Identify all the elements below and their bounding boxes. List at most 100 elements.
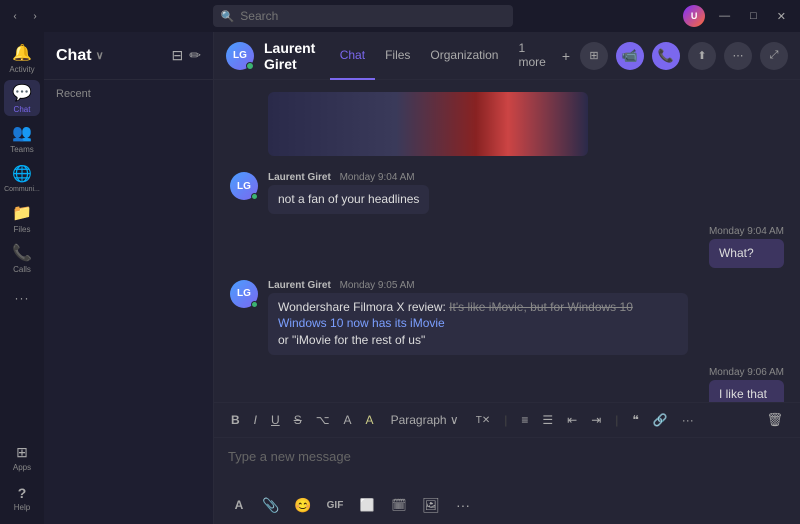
underline-btn[interactable]: U [266,410,285,430]
add-tab-btn[interactable]: + [562,48,570,64]
message-time: Monday 9:05 AM [340,280,415,291]
nav-label-help: Help [14,503,30,512]
font-color-btn[interactable]: A [339,410,357,430]
tab-more[interactable]: 1 more [508,32,555,80]
back-btn[interactable]: ‹ [8,9,22,23]
video-call-btn[interactable]: 📹 [616,42,644,70]
highlight-btn[interactable]: A [361,410,379,430]
outdent-btn[interactable]: ⇤ [562,410,582,430]
image-btn[interactable]: 🖼 [418,492,444,518]
left-nav: 🔔 Activity 💬 Chat 👥 Teams 🌐 Communi... 📁… [0,32,44,524]
title-bar-right: U — □ ✕ [683,5,792,27]
outgoing-message-content: Monday 9:04 AM What? [709,226,784,268]
search-icon: 🔍 [221,10,235,23]
search-bar[interactable]: 🔍 [213,5,513,27]
paragraph-btn[interactable]: Paragraph ∨ [383,410,467,430]
indent-btn[interactable]: ⇥ [586,410,606,430]
message-row: Monday 9:04 AM What? [230,226,784,268]
sidebar-item-files[interactable]: 📁 Files [4,200,40,236]
sender-avatar: LG [230,280,258,308]
status-dot [251,301,258,308]
chat-area: LG Laurent Giret Chat Files Organization… [214,32,800,524]
screen-share-btn[interactable]: ⬆ [688,42,716,70]
chat-icon: 💬 [12,83,32,103]
list-ol-btn[interactable]: ≡ [516,410,533,430]
list-ul-btn[interactable]: ☰ [537,410,558,430]
tab-files[interactable]: Files [375,32,420,80]
toolbar-sep2: | [610,410,623,430]
sidebar-actions: ⊟ ✏ [172,47,201,64]
more-bottom-btn[interactable]: ··· [450,492,476,518]
more-format-btn[interactable]: ··· [677,410,699,430]
group-call-btn[interactable]: ⊞ [580,42,608,70]
gif-btn[interactable]: GIF [322,492,348,518]
sidebar-recent-label: Recent [44,80,213,104]
schedule-btn[interactable]: 🗓 [386,492,412,518]
tab-chat[interactable]: Chat [330,32,375,80]
communities-icon: 🌐 [12,164,32,184]
chevron-down-icon[interactable]: ∨ [96,49,104,62]
more-options-btn[interactable]: ⋯ [724,42,752,70]
online-status-dot [246,62,254,70]
message-link[interactable]: Windows 10 now has its iMovie [278,316,445,330]
delete-btn[interactable]: 🗑 [761,409,788,431]
strikethrough-text: It's like iMovie, but for Windows 10 [449,300,633,314]
compose-bottom: A 📎 😊 GIF ⬜ 🗓 🖼 ··· [214,488,800,524]
contact-name: Laurent Giret [264,40,320,72]
maximize-btn[interactable]: □ [744,8,763,24]
user-avatar[interactable]: U [683,5,705,27]
nav-label-communities: Communi... [4,186,40,193]
sidebar-item-teams[interactable]: 👥 Teams [4,120,40,156]
format-btn[interactable]: ⌥ [311,410,335,430]
clear-format-btn[interactable]: T✕ [471,412,496,429]
strikethrough-btn[interactable]: S [289,410,307,430]
activity-icon: 🔔 [12,43,32,63]
filter-icon[interactable]: ⊟ [172,47,184,64]
sidebar-title: Chat ∨ [56,47,104,65]
chat-tabs: Chat Files Organization 1 more + [330,32,570,80]
more-icon: ··· [15,291,30,305]
link-btn[interactable]: 🔗 [648,410,673,430]
chat-header: LG Laurent Giret Chat Files Organization… [214,32,800,80]
sidebar-header: Chat ∨ ⊟ ✏ [44,32,213,80]
sidebar-item-communities[interactable]: 🌐 Communi... [4,160,40,196]
sidebar-item-apps[interactable]: ⊞ Apps [4,440,40,476]
nav-label-chat: Chat [14,105,31,114]
search-input[interactable] [240,9,504,23]
italic-btn[interactable]: I [249,410,262,430]
minimize-btn[interactable]: — [713,8,736,24]
chat-sidebar: Chat ∨ ⊟ ✏ Recent [44,32,214,524]
bold-btn[interactable]: B [226,410,245,430]
emoji-btn[interactable]: 😊 [290,492,316,518]
sidebar-item-activity[interactable]: 🔔 Activity [4,40,40,76]
tab-organization[interactable]: Organization [420,32,508,80]
sticker-btn[interactable]: ⬜ [354,492,380,518]
compose-area: B I U S ⌥ A A Paragraph ∨ T✕ | ≡ ☰ ⇤ ⇥ |… [214,402,800,524]
toolbar-sep1: | [499,410,512,430]
nav-label-teams: Teams [10,145,34,154]
title-bar-left: ‹ › [8,9,42,23]
teams-icon: 👥 [12,123,32,143]
message-bubble: Wondershare Filmora X review: It's like … [268,293,688,355]
image-preview-row [268,92,784,156]
forward-btn[interactable]: › [28,9,42,23]
pop-out-btn[interactable]: ⤢ [760,42,788,70]
outgoing-message-content: Monday 9:06 AM I like that [709,367,784,402]
message-time: Monday 9:04 AM [340,172,415,183]
nav-label-files: Files [14,225,31,234]
compose-icon[interactable]: ✏ [189,47,201,64]
compose-input-area[interactable]: Type a new message [214,438,800,488]
sidebar-item-chat[interactable]: 💬 Chat [4,80,40,116]
outgoing-message-bubble: I like that [709,380,784,402]
quote-btn[interactable]: ❝ [627,410,643,430]
format-toggle-btn[interactable]: A [226,492,252,518]
sidebar-title-text: Chat [56,47,92,65]
close-btn[interactable]: ✕ [771,8,792,25]
attach-btn[interactable]: 📎 [258,492,284,518]
audio-call-btn[interactable]: 📞 [652,42,680,70]
sidebar-item-more[interactable]: ··· [4,280,40,316]
nav-label-apps: Apps [13,463,31,472]
message-bubble: not a fan of your headlines [268,185,429,214]
sidebar-item-help[interactable]: ? Help [4,480,40,516]
sidebar-item-calls[interactable]: 📞 Calls [4,240,40,276]
